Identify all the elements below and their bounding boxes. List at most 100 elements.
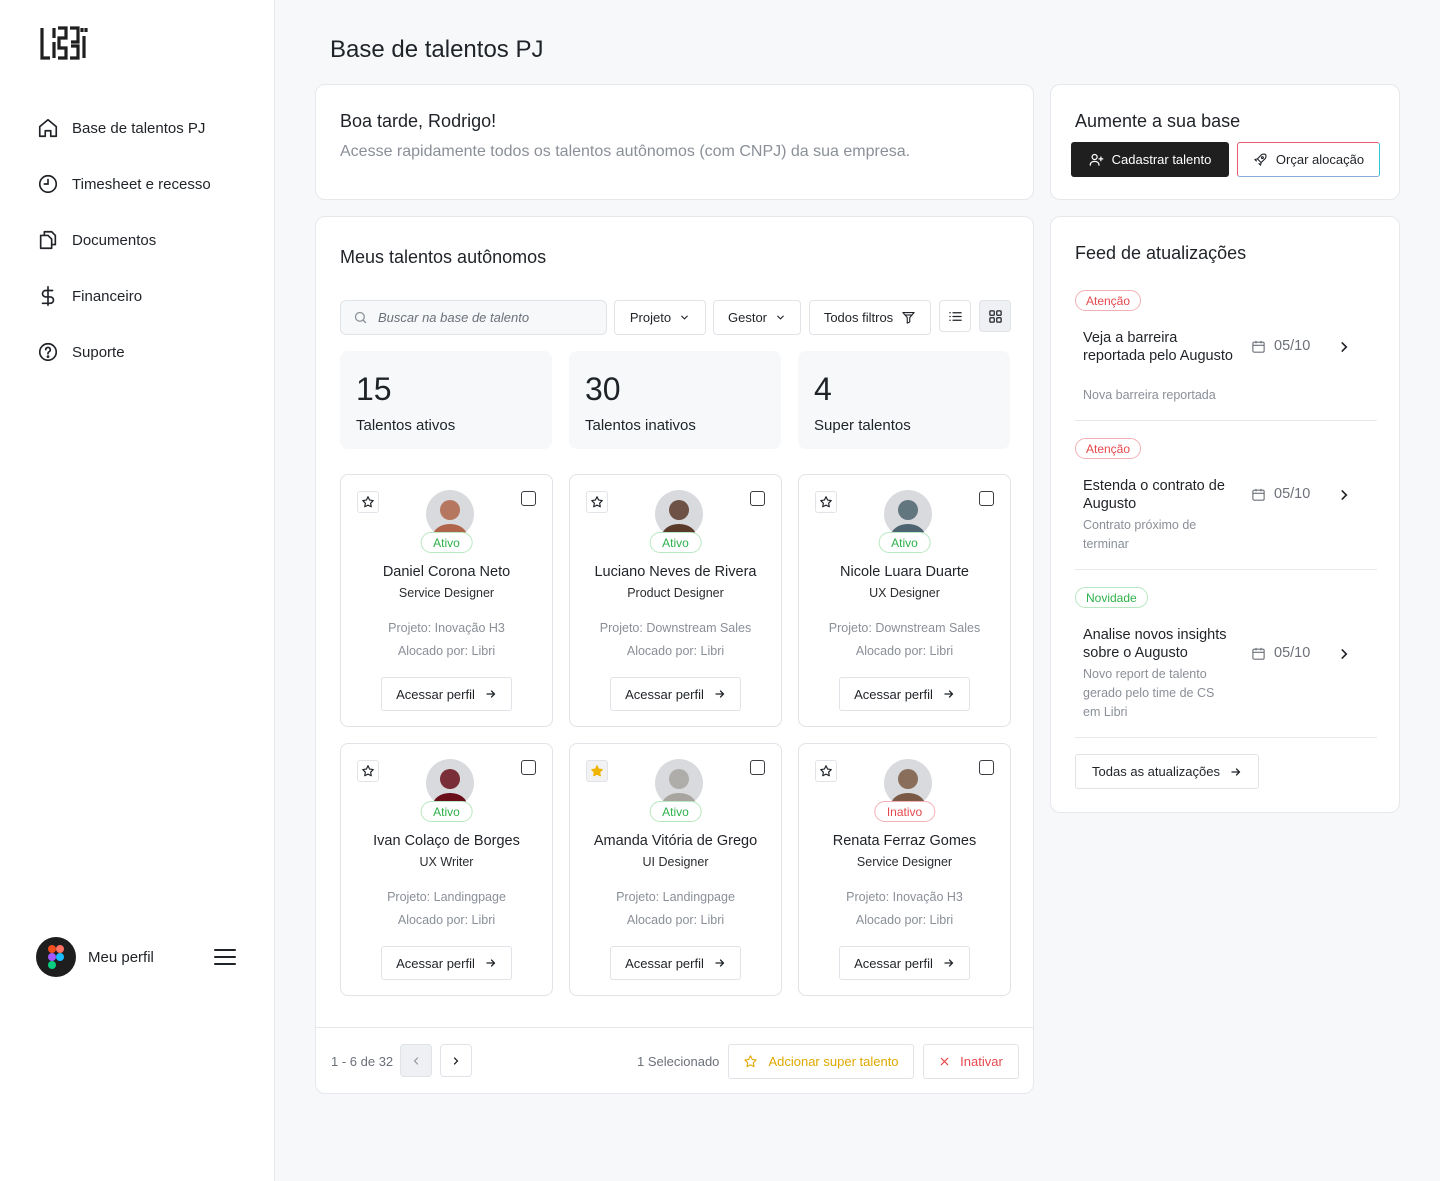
sidebar-item-documentos[interactable]: Documentos [36, 212, 256, 268]
select-checkbox[interactable] [979, 760, 994, 775]
register-talent-button[interactable]: Cadastrar talento [1071, 142, 1229, 177]
feed-card: Feed de atualizações Atenção Veja a barr… [1050, 216, 1400, 813]
access-profile-button[interactable]: Acessar perfil [381, 677, 512, 711]
profile-menu[interactable]: Meu perfil [36, 937, 236, 977]
stat-active: 15 Talentos ativos [340, 351, 552, 449]
project-filter-dropdown[interactable]: Projeto [614, 300, 706, 335]
news-tag: Novidade [1075, 587, 1148, 608]
select-checkbox[interactable] [521, 491, 536, 506]
access-profile-label: Acessar perfil [396, 955, 475, 971]
access-profile-button[interactable]: Acessar perfil [381, 946, 512, 980]
stat-label: Super talentos [814, 417, 911, 434]
search-input[interactable] [378, 310, 588, 325]
profile-label: Meu perfil [88, 948, 154, 966]
hamburger-menu-icon[interactable] [214, 949, 236, 965]
select-checkbox[interactable] [750, 760, 765, 775]
chevron-right-icon[interactable] [1337, 647, 1351, 661]
talent-role: UX Designer [869, 586, 940, 600]
status-badge: Inativo [873, 801, 936, 822]
sidebar: Base de talentos PJ Timesheet e recesso … [0, 0, 275, 1181]
talent-name: Ivan Colaço de Borges [373, 833, 520, 849]
next-page-button[interactable] [440, 1044, 472, 1077]
access-profile-label: Acessar perfil [396, 686, 475, 702]
chevron-down-icon [777, 315, 784, 320]
arrow-right-icon [715, 959, 725, 967]
feed-item[interactable]: Atenção Veja a barreira reportada pelo A… [1075, 290, 1377, 410]
chevron-right-icon[interactable] [1337, 488, 1351, 502]
access-profile-button[interactable]: Acessar perfil [610, 946, 741, 980]
divider [316, 1027, 1033, 1028]
arrow-right-icon [1231, 767, 1241, 776]
talent-project: Projeto: Landingpage [387, 890, 506, 904]
register-talent-label: Cadastrar talento [1111, 152, 1212, 167]
home-icon [36, 116, 60, 140]
calendar-icon [1252, 340, 1265, 353]
star-icon [362, 765, 374, 777]
talent-role: UX Writer [419, 855, 474, 869]
select-checkbox[interactable] [521, 760, 536, 775]
feed-item-subtitle: Nova barreira reportada [1083, 388, 1216, 402]
page-title: Base de talentos PJ [330, 36, 544, 63]
favorite-star-button[interactable] [586, 491, 608, 513]
access-profile-button[interactable]: Acessar perfil [839, 946, 970, 980]
access-profile-label: Acessar perfil [625, 686, 704, 702]
avatar [426, 759, 474, 807]
inactivate-button[interactable]: Inativar [923, 1044, 1019, 1079]
all-filters-button[interactable]: Todos filtros [809, 300, 931, 335]
select-checkbox[interactable] [750, 491, 765, 506]
access-profile-button[interactable]: Acessar perfil [839, 677, 970, 711]
avatar [655, 759, 703, 807]
select-checkbox[interactable] [979, 491, 994, 506]
add-super-talent-label: Adcionar super talento [768, 1054, 899, 1069]
access-profile-label: Acessar perfil [625, 955, 704, 971]
talent-name: Renata Ferraz Gomes [832, 833, 977, 849]
sidebar-item-financeiro[interactable]: Financeiro [36, 268, 256, 324]
status-badge: Ativo [649, 801, 702, 822]
prev-page-button[interactable] [400, 1044, 432, 1077]
greeting-card: Boa tarde, Rodrigo! Acesse rapidamente t… [315, 84, 1034, 200]
list-view-button[interactable] [939, 300, 971, 332]
sidebar-item-base-talentos[interactable]: Base de talentos PJ [36, 100, 256, 156]
quote-allocation-button[interactable]: Orçar alocação [1237, 142, 1380, 177]
sidebar-item-label: Timesheet e recesso [72, 175, 211, 193]
stat-value: 15 [356, 371, 392, 407]
add-super-talent-button[interactable]: Adcionar super talento [728, 1044, 914, 1079]
libri-logo[interactable] [40, 26, 92, 60]
star-icon [820, 496, 832, 508]
chevron-right-icon[interactable] [1337, 340, 1351, 354]
favorite-star-button[interactable] [815, 491, 837, 513]
stat-inactive: 30 Talentos inativos [569, 351, 781, 449]
favorite-star-button[interactable] [586, 760, 608, 782]
feed-item[interactable]: Novidade Analise novos insights sobre o … [1075, 587, 1377, 727]
search-box[interactable] [340, 300, 607, 335]
favorite-star-button[interactable] [357, 491, 379, 513]
chevron-left-icon [413, 1056, 419, 1065]
sidebar-item-suporte[interactable]: Suporte [36, 324, 256, 380]
stat-super: 4 Super talentos [798, 351, 1010, 449]
sidebar-item-label: Documentos [72, 231, 157, 249]
feed-item-date: 05/10 [1251, 338, 1310, 354]
access-profile-button[interactable]: Acessar perfil [610, 677, 741, 711]
talent-project: Projeto: Inovação H3 [388, 621, 505, 635]
divider [1075, 569, 1377, 570]
status-badge: Ativo [878, 532, 931, 553]
dropdown-label: Todos filtros [823, 310, 894, 325]
arrow-right-icon [486, 959, 496, 967]
avatar[interactable] [36, 937, 76, 977]
access-profile-label: Acessar perfil [854, 955, 933, 971]
sidebar-item-timesheet[interactable]: Timesheet e recesso [36, 156, 256, 212]
clock-icon [36, 172, 60, 196]
grid-view-button[interactable] [979, 300, 1011, 332]
avatar [426, 490, 474, 538]
talent-project: Projeto: Downstream Sales [828, 621, 981, 635]
all-updates-button[interactable]: Todas as atualizações [1075, 754, 1259, 789]
sidebar-nav: Base de talentos PJ Timesheet e recesso … [36, 100, 256, 380]
dollar-icon [36, 284, 60, 308]
talent-role: Service Designer [398, 586, 495, 600]
favorite-star-button[interactable] [815, 760, 837, 782]
feed-item[interactable]: Atenção Estenda o contrato de Augusto Co… [1075, 438, 1377, 558]
manager-filter-dropdown[interactable]: Gestor [713, 300, 801, 335]
feed-item-title: Veja a barreira reportada pelo Augusto [1083, 330, 1233, 364]
favorite-star-button[interactable] [357, 760, 379, 782]
avatar [884, 490, 932, 538]
